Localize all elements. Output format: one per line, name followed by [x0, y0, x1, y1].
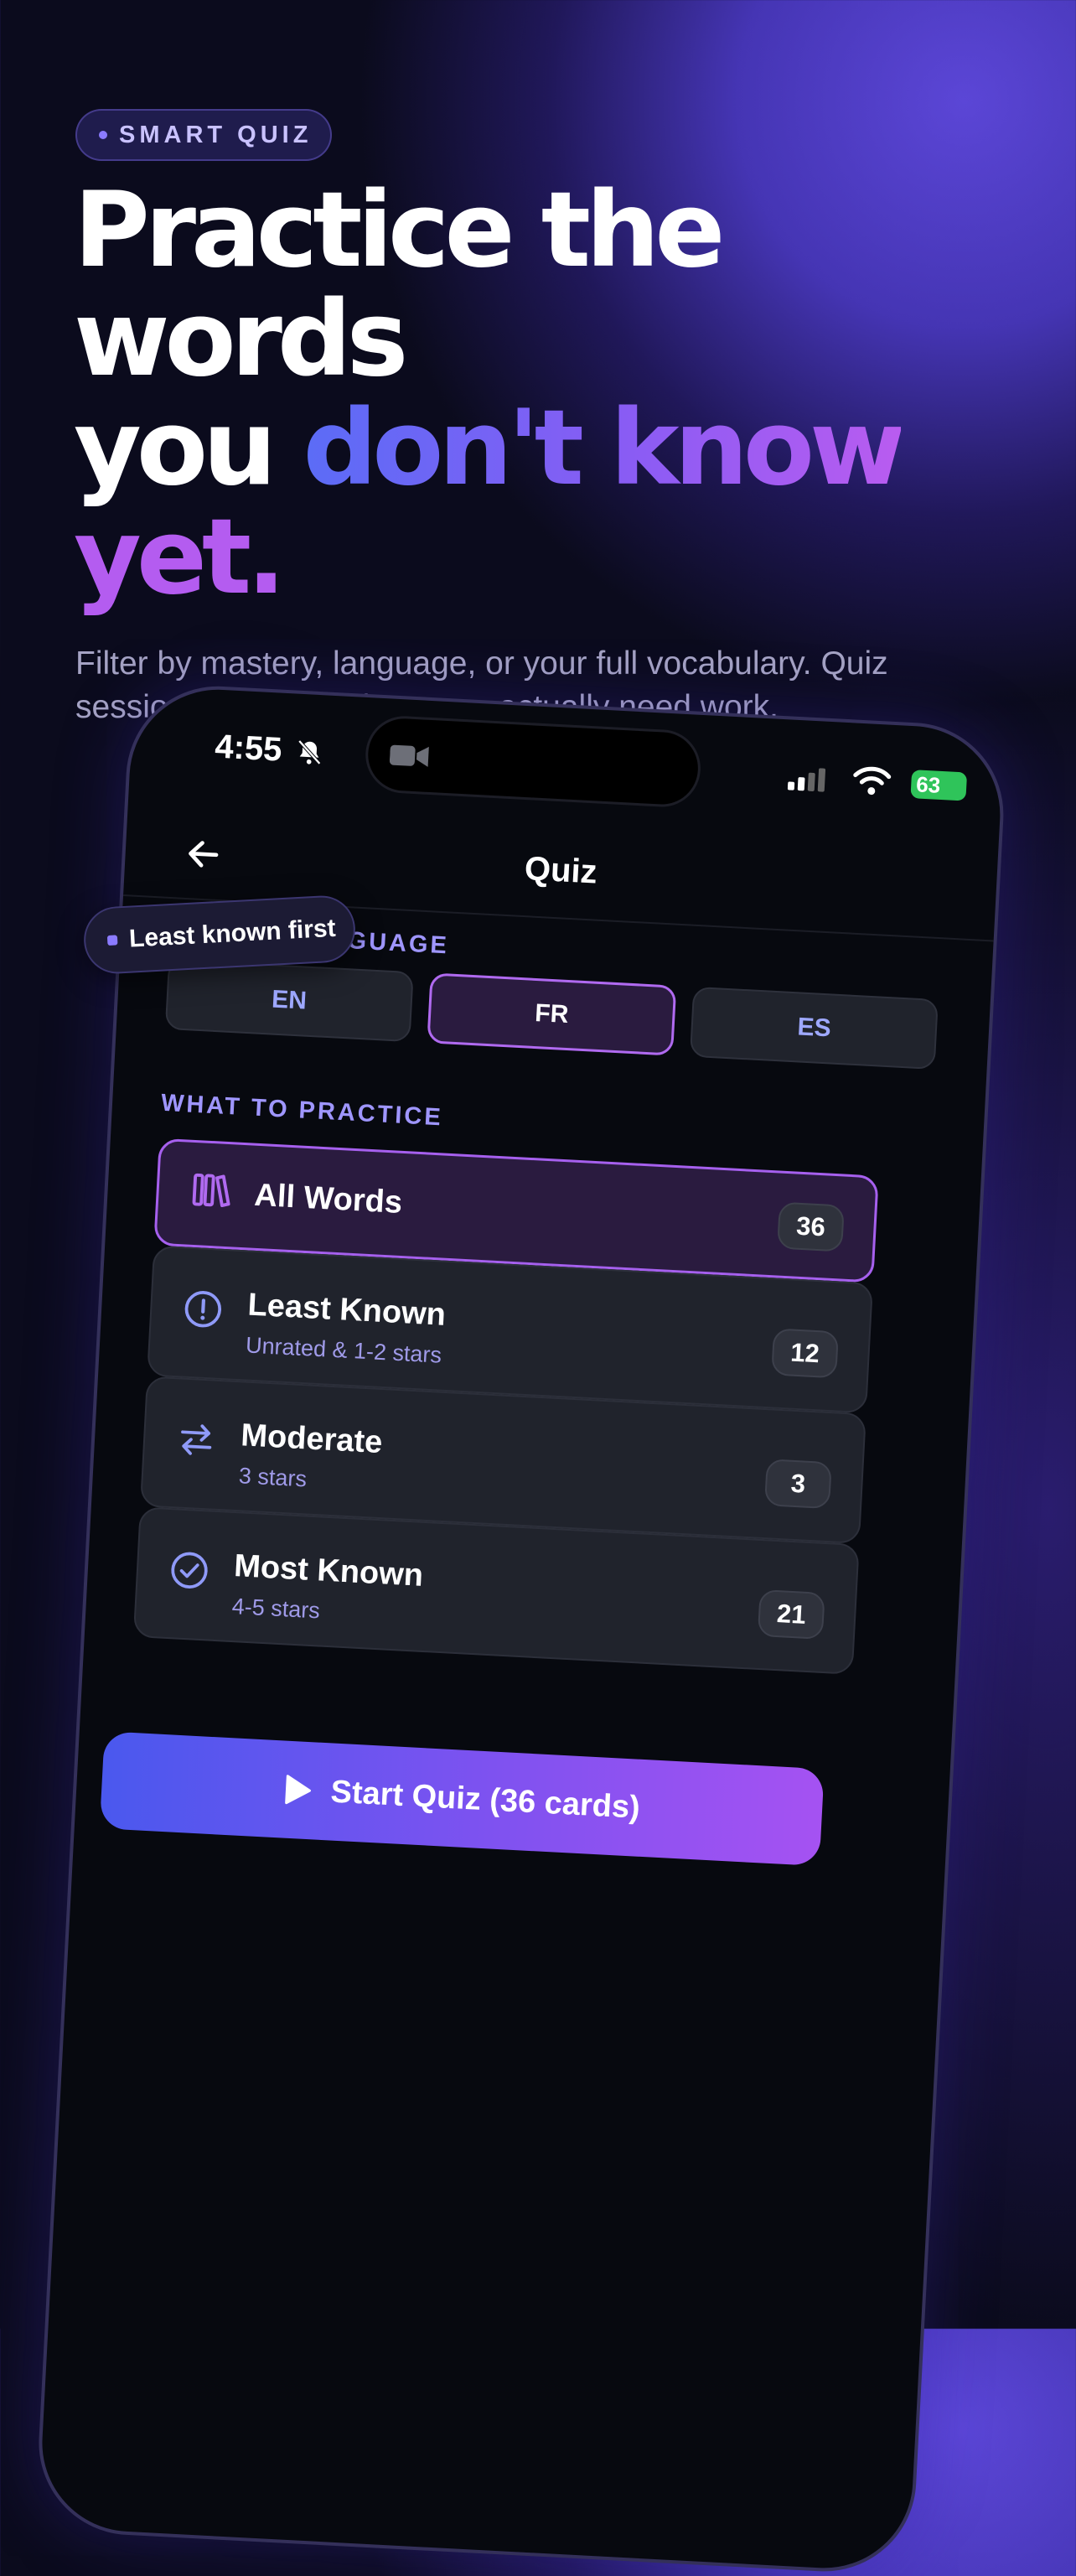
option-count-badge: 36 — [777, 1201, 845, 1252]
headline-line-3: you don't know — [74, 394, 1037, 503]
cellular-signal-icon — [787, 768, 826, 792]
option-subtitle: 4-5 stars — [231, 1594, 321, 1624]
option-count-badge: 3 — [764, 1459, 832, 1510]
video-camera-icon — [389, 744, 429, 767]
books-icon — [192, 1173, 230, 1208]
battery-indicator: 63 — [910, 770, 968, 801]
option-subtitle: Unrated & 1-2 stars — [245, 1332, 442, 1368]
lang-es-button[interactable]: ES — [690, 986, 939, 1070]
lang-fr-button[interactable]: FR — [427, 972, 677, 1056]
option-title: All Words — [253, 1177, 404, 1221]
tag-label: Least known first — [128, 914, 337, 953]
headline-line-2: words — [74, 279, 408, 400]
status-time: 4:55 — [214, 728, 283, 769]
bell-muted-icon — [297, 739, 321, 765]
headline-line-1: Practice the — [74, 170, 725, 291]
headline-you: you — [74, 388, 277, 509]
start-quiz-button[interactable]: Start Quiz (36 cards) — [99, 1731, 825, 1867]
headline-line-4: yet. — [74, 497, 286, 618]
language-selector: EN FR ES — [164, 958, 939, 1070]
option-title: Moderate — [240, 1418, 384, 1461]
what-to-practice-label: WHAT TO PRACTICE — [160, 1089, 444, 1132]
start-quiz-label: Start Quiz (36 cards) — [329, 1774, 641, 1826]
dynamic-island — [363, 714, 703, 809]
option-title: Least Known — [246, 1287, 447, 1333]
smart-quiz-chip: SMART QUIZ — [75, 109, 332, 161]
chip-label: SMART QUIZ — [119, 121, 313, 148]
alert-circle-icon — [184, 1291, 222, 1328]
least-known-first-tag: Least known first — [82, 894, 357, 976]
practice-options: All Words 36 Least Known Unrated & 1-2 s… — [132, 1138, 879, 1675]
option-subtitle: 3 stars — [238, 1463, 308, 1492]
hero-headline: Practice the words you don't know yet. — [74, 176, 1037, 612]
check-circle-icon — [171, 1552, 208, 1589]
tag-dot — [106, 935, 118, 946]
battery-level: 63 — [915, 771, 941, 798]
swap-arrows-icon — [181, 1424, 212, 1455]
wifi-icon — [853, 766, 892, 796]
headline-dont-know: don't know — [303, 388, 905, 509]
chip-dot — [99, 131, 107, 139]
option-count-badge: 21 — [757, 1589, 825, 1640]
lang-en-button[interactable]: EN — [164, 958, 414, 1043]
play-icon — [285, 1775, 312, 1805]
option-title: Most Known — [233, 1548, 425, 1594]
option-count-badge: 12 — [771, 1328, 839, 1379]
